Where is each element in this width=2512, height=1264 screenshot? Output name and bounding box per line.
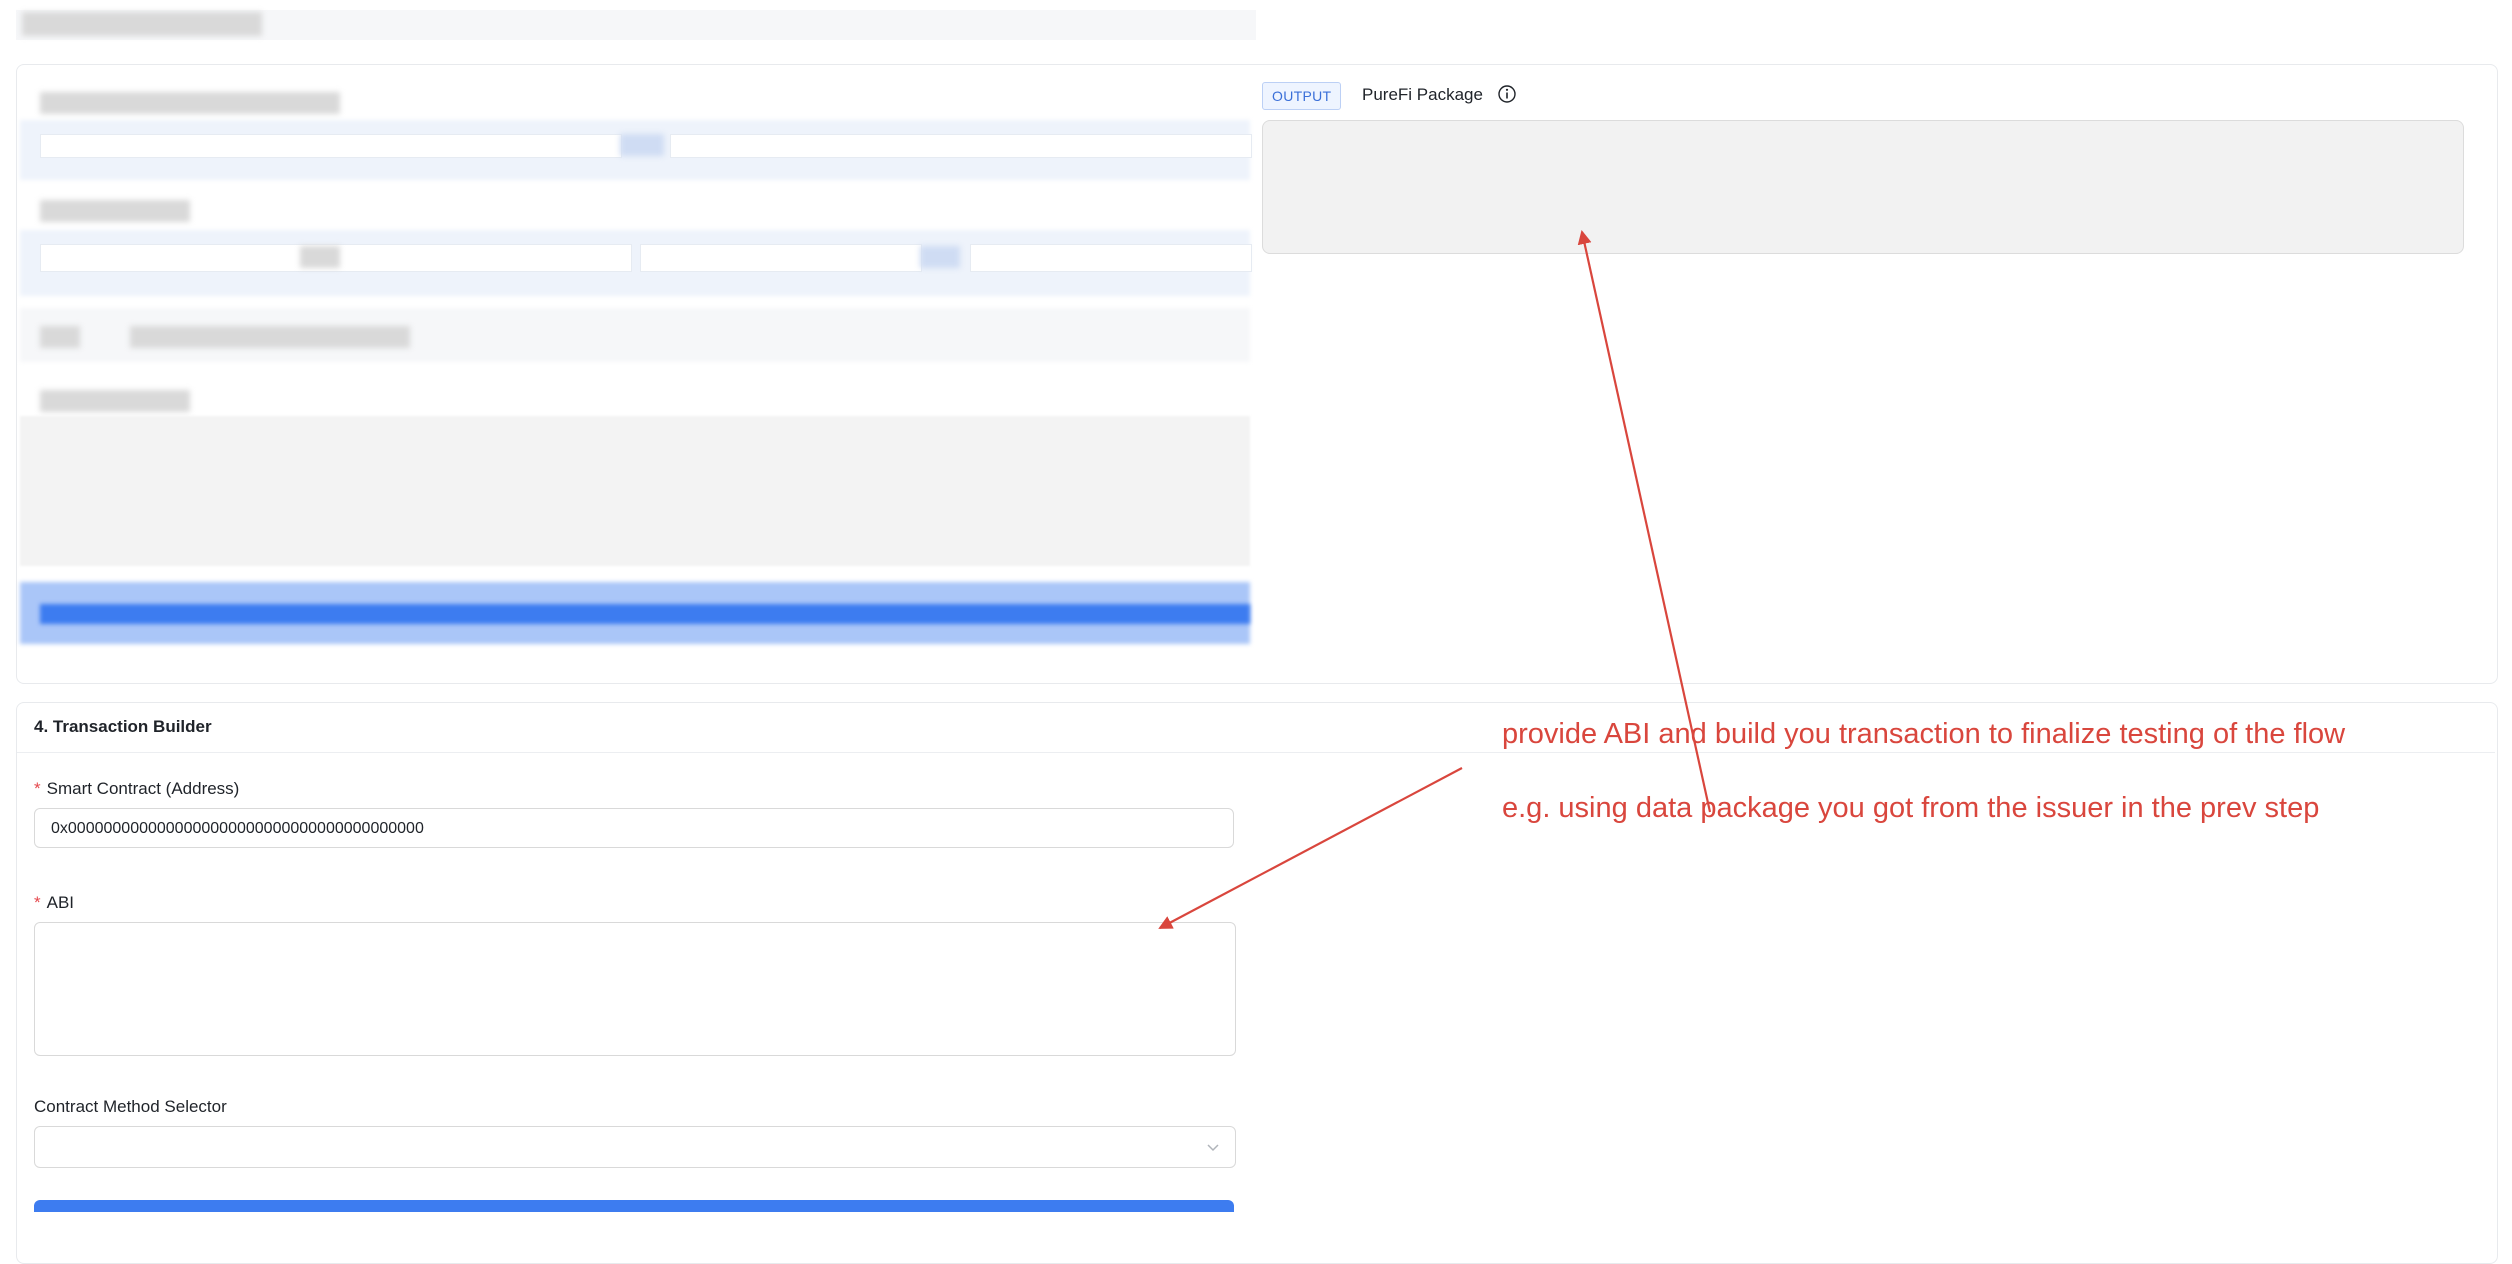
blurred-header-text (22, 12, 262, 36)
blurred-input (970, 244, 1252, 272)
blurred-input (40, 134, 622, 158)
info-icon[interactable] (1497, 84, 1517, 104)
blurred-label (40, 390, 190, 412)
blurred-label (40, 200, 190, 222)
blurred-text (40, 326, 80, 348)
required-mark: * (34, 893, 41, 912)
top-header-strip (16, 10, 1256, 40)
blurred-text (300, 246, 340, 268)
blurred-form-area (20, 70, 1252, 650)
blurred-textarea (20, 416, 1250, 566)
chevron-down-icon (1205, 1139, 1221, 1155)
purefi-package-output[interactable] (1262, 120, 2464, 254)
smart-contract-address-input[interactable]: 0x00000000000000000000000000000000000000… (34, 808, 1234, 848)
smart-contract-label: * Smart Contract (Address) (34, 778, 239, 800)
annotation-line-2: e.g. using data package you got from the… (1502, 792, 2320, 824)
blurred-button (920, 246, 960, 268)
blurred-primary-button (40, 604, 1250, 624)
abi-label: * ABI (34, 892, 74, 914)
annotation-line-1: provide ABI and build you transaction to… (1502, 718, 2346, 750)
blurred-label (40, 92, 340, 114)
blurred-input (640, 244, 922, 272)
blurred-button (620, 134, 664, 156)
blurred-input (670, 134, 1252, 158)
contract-method-selector[interactable] (34, 1126, 1236, 1168)
purefi-package-label: PureFi Package (1362, 85, 1483, 104)
abi-textarea[interactable] (34, 922, 1236, 1056)
contract-method-selector-label: Contract Method Selector (34, 1097, 227, 1116)
build-transaction-button[interactable] (34, 1200, 1234, 1212)
section-title: 4. Transaction Builder (34, 717, 212, 736)
smart-contract-label-text: Smart Contract (Address) (46, 779, 240, 798)
output-tag: OUTPUT (1262, 82, 1342, 110)
header-divider (17, 752, 2495, 753)
required-mark: * (34, 779, 41, 798)
abi-label-text: ABI (46, 893, 75, 912)
blurred-text (130, 326, 410, 348)
